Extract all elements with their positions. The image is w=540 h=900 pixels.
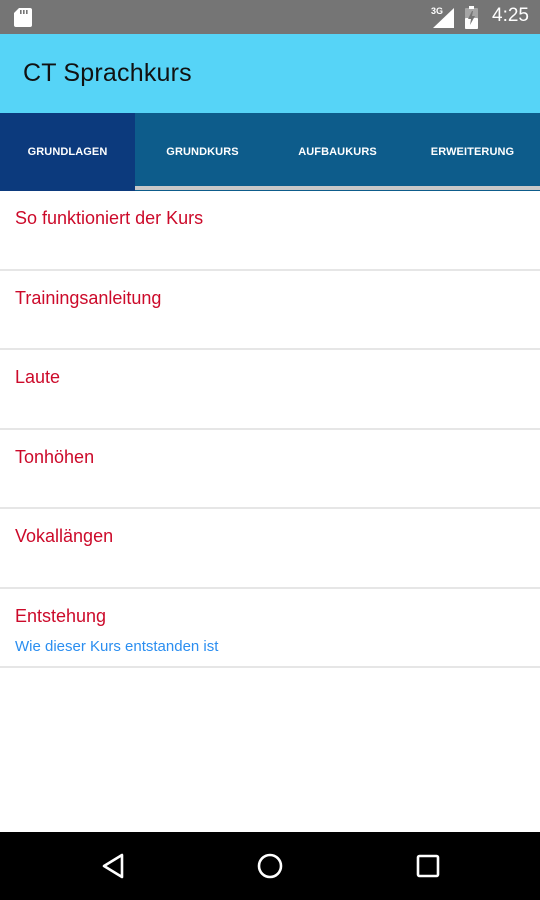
app-bar: CT Sprachkurs (0, 34, 540, 113)
sd-card-icon (14, 8, 32, 27)
lesson-list: So funktioniert der Kurs Trainingsanleit… (0, 191, 540, 668)
tab-label: GRUNDKURS (166, 146, 239, 158)
tab-grundkurs[interactable]: GRUNDKURS (135, 113, 270, 191)
list-item-title: Vokallängen (15, 526, 114, 546)
list-item-laute[interactable]: Laute (0, 350, 540, 430)
list-item-title: Entstehung (15, 606, 107, 626)
tab-label: ERWEITERUNG (430, 146, 515, 158)
tab-erweiterung[interactable]: ERWEITERUNG (405, 113, 540, 191)
navigation-bar (0, 832, 540, 900)
back-icon[interactable] (98, 851, 128, 881)
list-item-tonhoehen[interactable]: Tonhöhen (0, 430, 540, 509)
status-clock: 4:25 (492, 5, 529, 26)
list-item-title: So funktioniert der Kurs (15, 208, 204, 228)
battery-charging-icon (465, 6, 478, 29)
list-item-vokallaengen[interactable]: Vokallängen (0, 509, 540, 589)
home-icon[interactable] (255, 851, 285, 881)
list-item-entstehung[interactable]: Entstehung Wie dieser Kurs entstanden is… (0, 589, 540, 668)
list-item-so-funktioniert-der-kurs[interactable]: So funktioniert der Kurs (0, 191, 540, 271)
tab-label: GRUNDLAGEN (27, 146, 108, 158)
app-title: CT Sprachkurs (23, 59, 192, 87)
list-item-title: Tonhöhen (15, 447, 95, 467)
tab-grundlagen[interactable]: GRUNDLAGEN (0, 113, 135, 191)
list-item-title: Trainingsanleitung (15, 288, 162, 308)
list-item-title: Laute (15, 367, 61, 387)
tab-bar: GRUNDLAGEN GRUNDKURS AUFBAUKURS ERWEITER… (0, 113, 540, 191)
recents-icon[interactable] (413, 851, 443, 881)
list-item-trainingsanleitung[interactable]: Trainingsanleitung (0, 271, 540, 350)
tab-label: AUFBAUKURS (298, 146, 377, 158)
status-bar: 3G 4:25 (0, 0, 540, 34)
list-item-subtitle: Wie dieser Kurs entstanden ist (15, 638, 219, 655)
signal-icon (433, 8, 454, 28)
tab-divider (135, 186, 540, 190)
tab-aufbaukurs[interactable]: AUFBAUKURS (270, 113, 405, 191)
